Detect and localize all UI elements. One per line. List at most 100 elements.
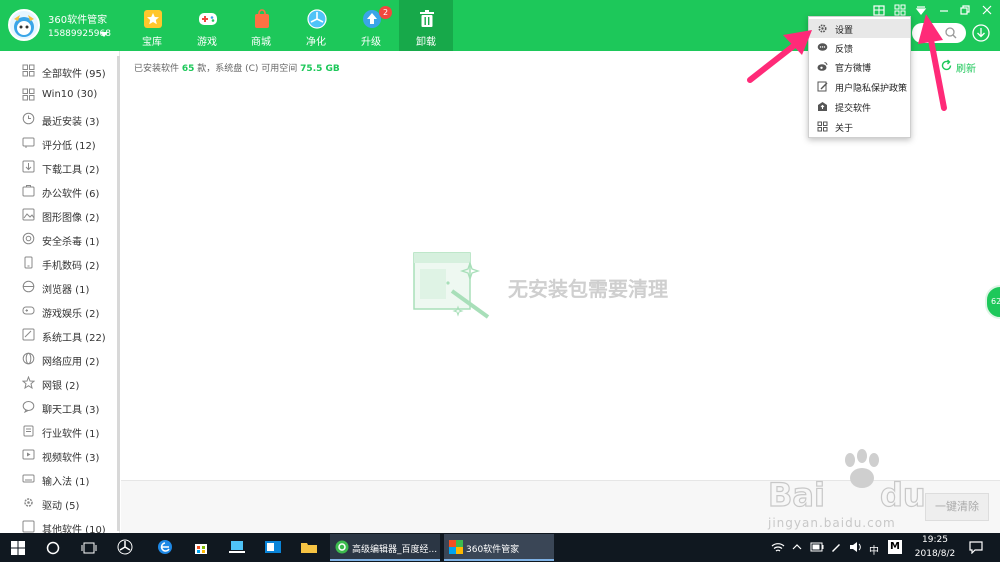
taskbar-app-label: 高级编辑器_百度经... — [352, 545, 438, 555]
sidebar-item-label: 驱动 (5) — [42, 501, 80, 512]
menu-dropdown-icon[interactable] — [914, 3, 928, 17]
tab-purify[interactable]: 净化 — [289, 0, 343, 51]
sidebar-item-video[interactable]: 视频软件 (3) — [0, 443, 116, 467]
clock-date[interactable]: 2018/8/2 — [912, 549, 958, 559]
shopping-bag-icon — [255, 9, 269, 28]
menu-item-about[interactable]: 关于 — [809, 117, 910, 136]
account-dropdown-icon[interactable] — [100, 32, 108, 37]
sidebar-item-recent[interactable]: 最近安装 (3) — [0, 107, 116, 131]
windows-logo-icon — [11, 541, 25, 555]
gamepad-icon — [22, 306, 35, 315]
sidebar-item-label: 办公软件 (6) — [42, 189, 100, 200]
tab-treasury[interactable]: 宝库 — [125, 0, 179, 51]
taskbar-app-360-manager[interactable]: 360软件管家 — [444, 534, 554, 561]
grid-icon — [22, 64, 35, 77]
sidebar-item-input-method[interactable]: 输入法 (1) — [0, 467, 116, 491]
action-center-icon[interactable] — [969, 541, 983, 554]
sidebar-item-chat[interactable]: 聊天工具 (3) — [0, 395, 116, 419]
clipboard-icon — [23, 425, 34, 437]
download-icon — [22, 160, 35, 173]
sidebar-item-office[interactable]: 办公软件 (6) — [0, 179, 116, 203]
more-icon — [22, 520, 35, 533]
tab-games[interactable]: 游戏 — [180, 0, 234, 51]
taskbar-app-mail[interactable] — [258, 533, 288, 562]
sidebar-item-browser[interactable]: 浏览器 (1) — [0, 275, 116, 299]
cortana-button[interactable] — [38, 533, 68, 562]
fan-icon — [307, 9, 327, 29]
ime-mode-badge[interactable]: M — [888, 540, 902, 554]
chat-icon — [22, 401, 35, 413]
active-indicator — [444, 559, 554, 561]
summary-prefix: 已安装软件 — [134, 64, 182, 74]
menu-item-feedback[interactable]: 反馈 — [809, 38, 910, 57]
clock-icon — [22, 112, 35, 125]
tab-uninstall[interactable]: 卸载 — [399, 0, 453, 51]
taskbar-app-store[interactable] — [186, 533, 216, 562]
avatar[interactable] — [8, 9, 40, 41]
sidebar-item-online-banking[interactable]: 网银 (2) — [0, 371, 116, 395]
baidu-watermark-icon: Bai du — [767, 449, 926, 515]
sidebar-item-network[interactable]: 网络应用 (2) — [0, 347, 116, 371]
tab-store[interactable]: 商城 — [234, 0, 288, 51]
video-icon — [22, 449, 35, 460]
menu-item-privacy-policy[interactable]: 用户隐私保护政策 — [809, 77, 910, 96]
refresh-button[interactable]: 刷新 — [940, 59, 976, 75]
download-icon[interactable] — [972, 24, 990, 42]
empty-illustration-icon — [413, 252, 490, 319]
phone-icon — [24, 256, 33, 269]
taskbar-app-fan[interactable] — [110, 533, 140, 562]
taskbar-app-edge[interactable] — [150, 533, 180, 562]
sidebar-item-industry[interactable]: 行业软件 (1) — [0, 419, 116, 443]
sidebar-item-win10[interactable]: Win10 (30) — [0, 83, 116, 107]
taskbar-app-editor[interactable]: 高级编辑器_百度经... — [330, 534, 440, 561]
cortana-circle-icon — [46, 541, 60, 555]
clock-time[interactable]: 19:25 — [916, 535, 954, 545]
task-view-button[interactable] — [74, 533, 104, 562]
star-icon — [144, 10, 162, 28]
gamepad-icon — [199, 13, 217, 25]
taskbar-app-label: 360软件管家 — [466, 545, 520, 555]
sidebar-item-other[interactable]: 其他软件 (10) — [0, 515, 116, 533]
sidebar-item-system-tools[interactable]: 系统工具 (22) — [0, 323, 116, 347]
sidebar-item-download-tools[interactable]: 下载工具 (2) — [0, 155, 116, 179]
taskbar-app-laptop[interactable] — [222, 533, 252, 562]
sidebar-item-drivers[interactable]: 驱动 (5) — [0, 491, 116, 515]
sidebar-item-security[interactable]: 安全杀毒 (1) — [0, 227, 116, 251]
tab-label: 卸载 — [416, 37, 436, 48]
apps-grid-icon[interactable] — [893, 3, 907, 17]
menu-item-submit-software[interactable]: 提交软件 — [809, 97, 910, 116]
sidebar-item-label: 图形图像 (2) — [42, 213, 100, 224]
sidebar-item-graphics[interactable]: 图形图像 (2) — [0, 203, 116, 227]
taskbar-app-explorer[interactable] — [294, 533, 324, 562]
sidebar-item-games[interactable]: 游戏娱乐 (2) — [0, 299, 116, 323]
chat-icon — [817, 43, 828, 51]
menu-item-settings[interactable]: 设置 — [809, 19, 910, 38]
chevron-up-icon[interactable] — [792, 542, 802, 552]
store-icon[interactable] — [872, 3, 886, 17]
briefcase-icon — [22, 185, 35, 197]
tab-upgrade[interactable]: 2 升级 — [344, 0, 398, 51]
ime-language[interactable]: 中 — [869, 542, 879, 557]
wifi-icon[interactable] — [771, 542, 785, 553]
volume-icon[interactable] — [849, 541, 863, 553]
restore-icon[interactable] — [958, 3, 972, 17]
minimize-icon[interactable] — [937, 3, 951, 17]
thumbs-down-icon — [22, 137, 35, 148]
sidebar-item-all[interactable]: 全部软件 (95) — [0, 59, 116, 83]
fan-icon — [117, 539, 133, 555]
close-icon[interactable] — [980, 3, 994, 17]
menu-item-label: 关于 — [835, 124, 854, 134]
sidebar-scrollbar[interactable] — [117, 56, 120, 531]
start-button[interactable] — [0, 533, 36, 562]
float-ball-badge[interactable]: 62 — [985, 285, 1000, 319]
battery-icon[interactable] — [810, 542, 824, 552]
sidebar-item-label: 全部软件 (95) — [42, 69, 106, 80]
search-icon[interactable] — [944, 26, 958, 40]
pen-icon[interactable] — [830, 541, 842, 553]
sidebar-item-mobile[interactable]: 手机数码 (2) — [0, 251, 116, 275]
sidebar-item-low-rated[interactable]: 评分低 (12) — [0, 131, 116, 155]
menu-item-weibo[interactable]: 官方微博 — [809, 57, 910, 76]
empty-state-message: 无安装包需要清理 — [508, 277, 668, 301]
summary-middle: 款，系统盘 (C) 可用空间 — [194, 64, 301, 74]
menu-item-label: 用户隐私保护政策 — [835, 84, 908, 94]
